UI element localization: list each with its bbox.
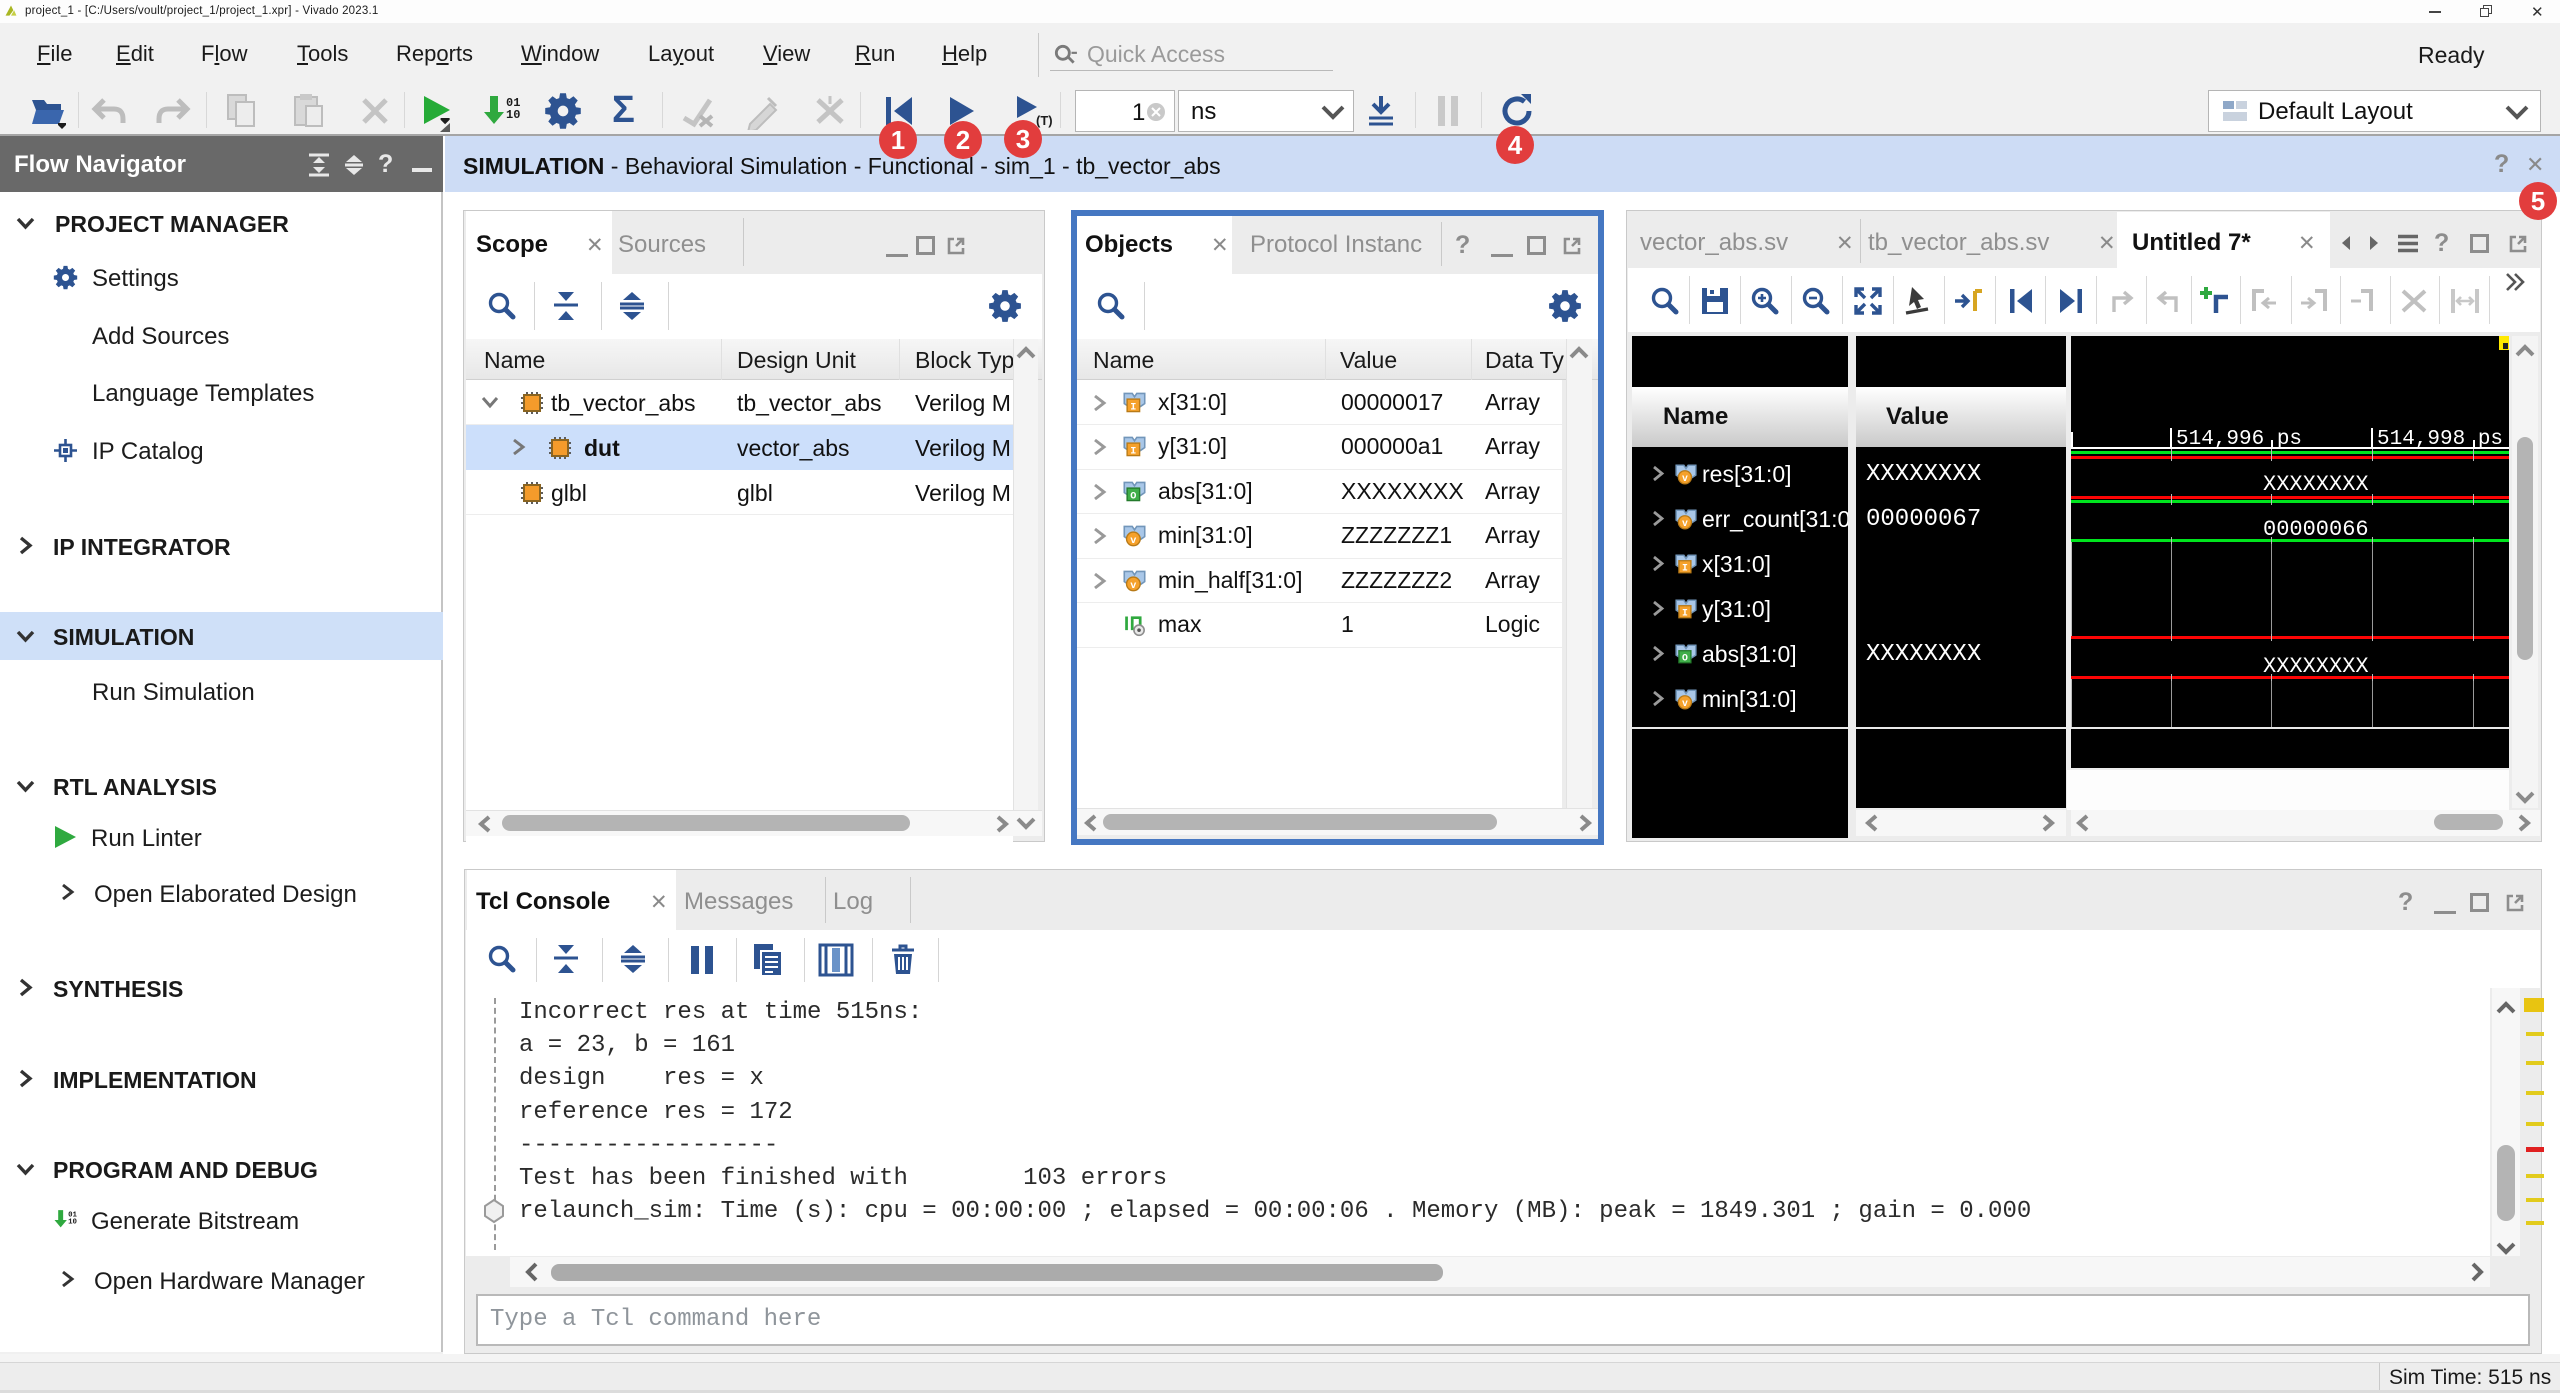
svg-text:I: I [1682, 608, 1688, 619]
svg-text:I: I [1130, 401, 1136, 413]
svg-text:01: 01 [68, 1211, 77, 1219]
svg-text:O: O [1682, 653, 1688, 664]
svg-text:v: v [1682, 473, 1688, 484]
svg-text:I: I [1682, 563, 1688, 574]
svg-text:v: v [1130, 535, 1136, 547]
svg-text:10: 10 [506, 108, 520, 122]
svg-text:v: v [1682, 698, 1688, 709]
svg-text:10: 10 [68, 1219, 77, 1227]
svg-text:I: I [1130, 445, 1136, 457]
svg-text:(T): (T) [1036, 113, 1053, 128]
svg-text:v: v [1682, 518, 1688, 529]
svg-text:O: O [1130, 490, 1136, 502]
svg-text:v: v [1130, 580, 1136, 592]
